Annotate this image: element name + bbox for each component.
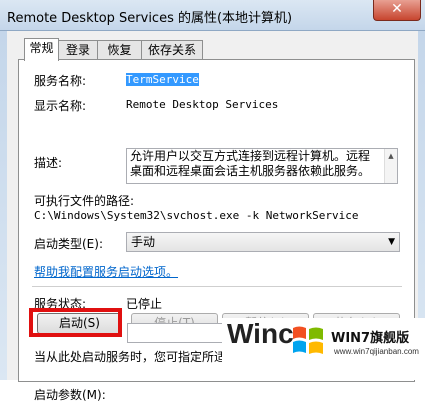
description-label: 描述: <box>34 156 63 170</box>
tab-logon[interactable]: 登录 <box>58 40 98 60</box>
tab-general[interactable]: 常规 <box>24 38 59 61</box>
divider <box>32 286 402 287</box>
windows-flag-icon <box>293 326 323 354</box>
service-status-value: 已停止 <box>126 297 163 311</box>
watermark-brand: WIN7旗舰版 <box>331 331 410 346</box>
tab-recovery[interactable]: 恢复 <box>97 40 142 60</box>
title-bar: Remote Desktop Services 的属性(本地计算机) ✕ <box>0 0 425 31</box>
window-title: Remote Desktop Services 的属性(本地计算机) <box>7 11 293 26</box>
display-name-label: 显示名称: <box>34 99 87 113</box>
tab-dependencies[interactable]: 依存关系 <box>141 40 203 60</box>
display-name-value[interactable]: Remote Desktop Services <box>126 98 278 111</box>
close-button[interactable]: ✕ <box>373 0 421 21</box>
exe-path-label: 可执行文件的路径: <box>34 194 135 208</box>
highlight-box <box>29 308 122 337</box>
exe-path-value[interactable]: C:\Windows\System32\svchost.exe -k Netwo… <box>34 209 359 222</box>
service-name-value[interactable]: TermService <box>126 73 199 86</box>
help-config-link[interactable]: 帮助我配置服务启动选项。 <box>34 263 178 280</box>
watermark-url: www.win7qijianban.com <box>334 347 419 356</box>
description-scrollbar[interactable]: ▲▼ <box>384 149 397 183</box>
startup-type-label: 启动类型(E): <box>34 237 103 251</box>
description-line-1: 允许用户以交互方式连接到远程计算机。远程 <box>130 149 371 163</box>
start-params-input[interactable] <box>127 323 229 343</box>
chevron-down-icon: ▼ <box>388 237 395 247</box>
description-box[interactable]: 允许用户以交互方式连接到远程计算机。远程 桌面和远程桌面会话主机服务器依赖此服务… <box>126 148 398 184</box>
start-params-label: 启动参数(M): <box>34 388 106 402</box>
startup-type-select[interactable]: 手动 ▼ <box>126 232 400 252</box>
frame-left-edge <box>0 31 7 380</box>
watermark-win-text: Winc <box>227 318 294 349</box>
startup-type-value: 手动 <box>131 235 156 249</box>
service-name-label: 服务名称: <box>34 74 87 88</box>
description-line-2: 桌面和远程桌面会话主机服务器依赖此服务。 <box>130 164 371 178</box>
